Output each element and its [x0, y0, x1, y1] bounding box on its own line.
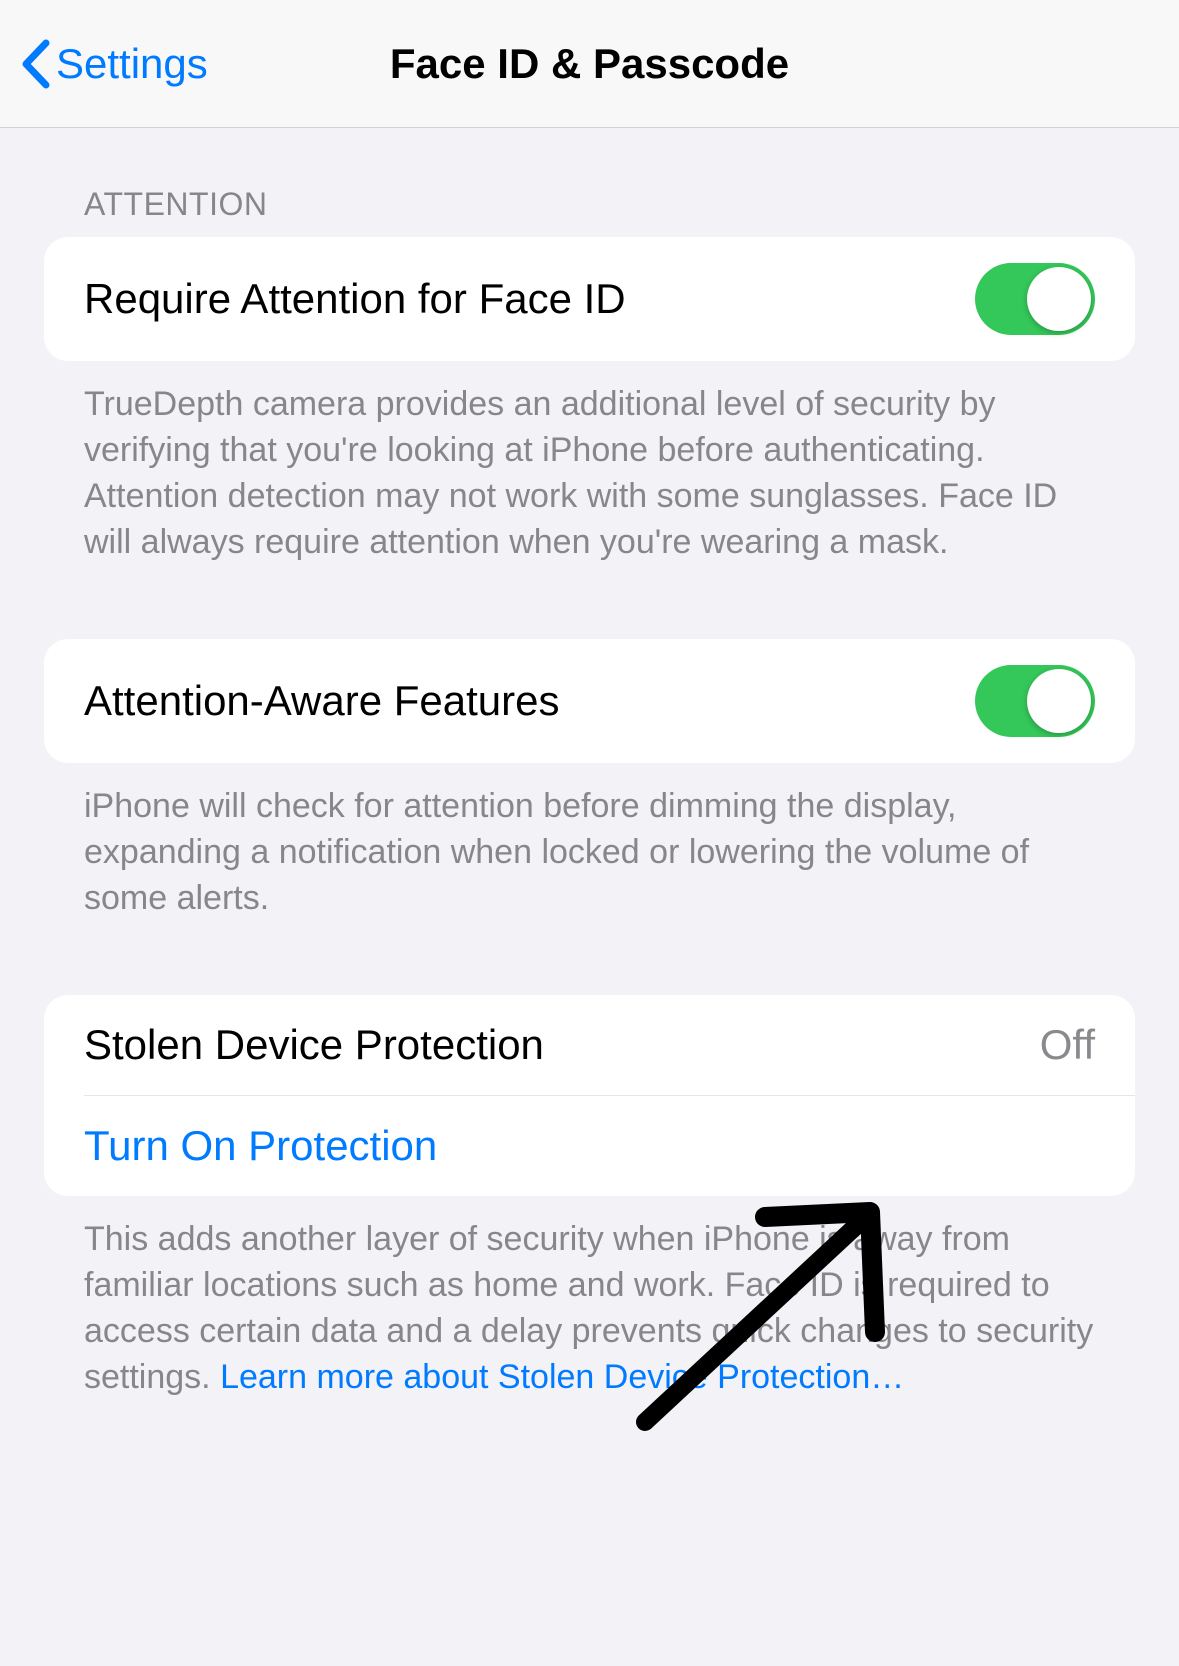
navigation-bar: Settings Face ID & Passcode [0, 0, 1179, 128]
require-attention-label: Require Attention for Face ID [84, 275, 626, 323]
back-button[interactable]: Settings [20, 39, 208, 89]
stolen-device-label: Stolen Device Protection [84, 1021, 544, 1069]
group-stolen-device: Stolen Device Protection Off Turn On Pro… [44, 995, 1135, 1196]
group-require-attention: Require Attention for Face ID [44, 237, 1135, 361]
toggle-knob [1027, 267, 1091, 331]
page-title: Face ID & Passcode [390, 40, 789, 88]
chevron-left-icon [20, 39, 50, 89]
require-attention-footer: TrueDepth camera provides an additional … [44, 361, 1135, 565]
stolen-device-footer: This adds another layer of security when… [44, 1196, 1135, 1400]
row-require-attention: Require Attention for Face ID [44, 237, 1135, 361]
row-stolen-device-status[interactable]: Stolen Device Protection Off [44, 995, 1135, 1095]
learn-more-link[interactable]: Learn more about Stolen Device Protectio… [220, 1358, 904, 1396]
require-attention-toggle[interactable] [975, 263, 1095, 335]
row-attention-aware: Attention-Aware Features [44, 639, 1135, 763]
row-turn-on-protection[interactable]: Turn On Protection [44, 1096, 1135, 1196]
back-label: Settings [56, 40, 208, 88]
turn-on-protection-button: Turn On Protection [84, 1122, 437, 1170]
section-header-attention: ATTENTION [44, 128, 1135, 237]
toggle-knob [1027, 669, 1091, 733]
attention-aware-toggle[interactable] [975, 665, 1095, 737]
stolen-device-status: Off [1040, 1021, 1095, 1069]
attention-aware-footer: iPhone will check for attention before d… [44, 763, 1135, 921]
attention-aware-label: Attention-Aware Features [84, 677, 559, 725]
group-attention-aware: Attention-Aware Features [44, 639, 1135, 763]
